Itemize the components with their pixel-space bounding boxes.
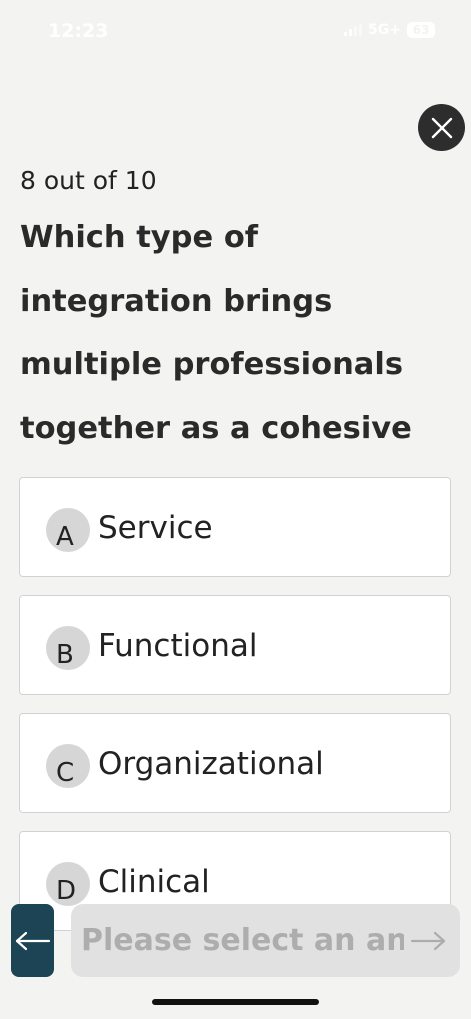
answer-option-b[interactable]: B Functional	[19, 595, 451, 695]
status-indicators: 5G+ 63	[344, 22, 435, 38]
option-letter: B	[56, 640, 74, 670]
answer-option-c[interactable]: C Organizational	[19, 713, 451, 813]
battery-icon: 63	[407, 22, 435, 38]
question-text: Which type of integration brings multipl…	[20, 220, 412, 509]
signal-icon	[344, 24, 363, 36]
option-text: Organizational	[98, 746, 324, 782]
close-button[interactable]	[418, 104, 465, 151]
question-progress: 8 out of 10	[20, 166, 157, 195]
option-text: Service	[98, 510, 213, 546]
answer-option-a[interactable]: A Service	[19, 477, 451, 577]
next-button-label: Please select an answer	[81, 923, 404, 958]
home-indicator	[152, 999, 319, 1005]
arrow-right-icon	[410, 931, 446, 951]
network-type: 5G+	[368, 22, 401, 38]
back-button[interactable]	[11, 904, 54, 977]
option-text: Clinical	[98, 864, 210, 900]
option-text: Functional	[98, 628, 258, 664]
status-bar: 12:23 5G+ 63	[0, 0, 471, 62]
close-icon	[431, 117, 452, 138]
next-button[interactable]: Please select an answer	[71, 904, 460, 977]
option-letter: D	[56, 876, 77, 906]
option-letter: A	[56, 522, 74, 552]
option-letter: C	[56, 758, 75, 788]
arrow-left-icon	[15, 931, 50, 950]
status-time: 12:23	[48, 20, 109, 42]
